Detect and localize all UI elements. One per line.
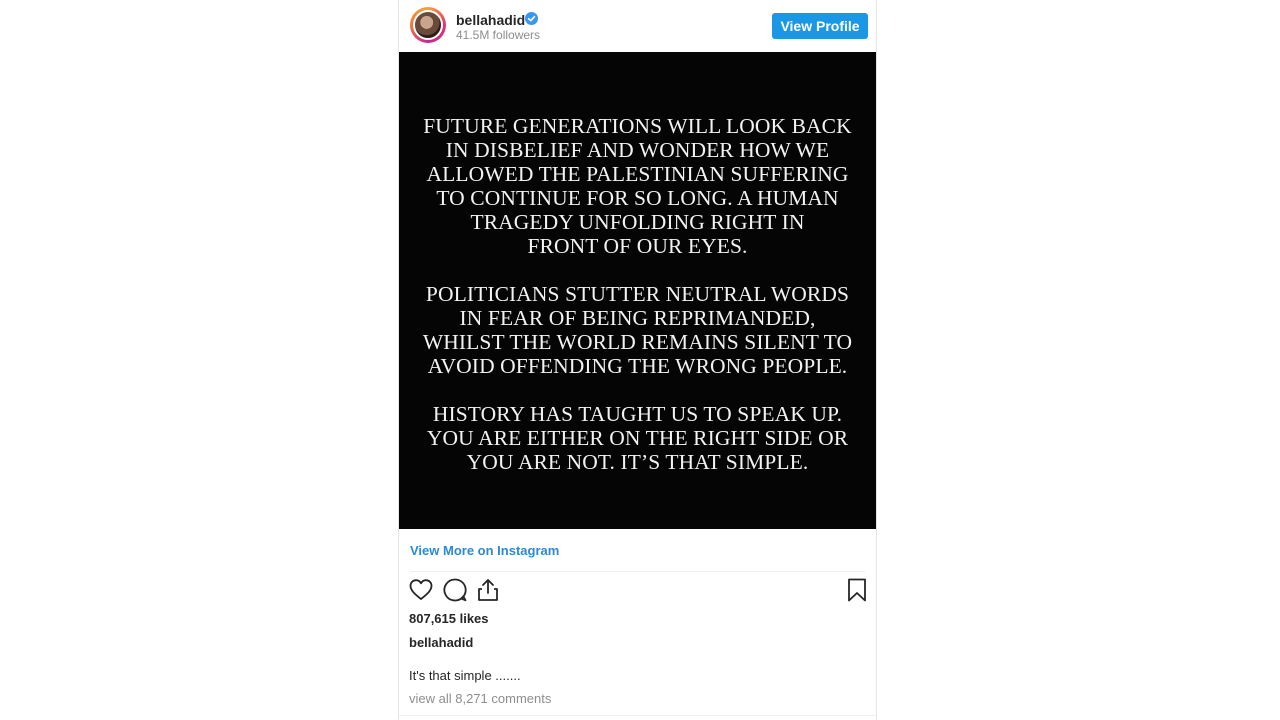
post-paragraph-2: POLITICIANS STUTTER NEUTRAL WORDS IN FEA… xyxy=(422,282,853,378)
follower-count: 41.5M followers xyxy=(456,28,541,42)
instagram-embed: bellahadid 41.5M followers View Profile … xyxy=(398,0,877,720)
post-paragraph-1: FUTURE GENERATIONS WILL LOOK BACK IN DIS… xyxy=(423,114,852,258)
divider xyxy=(410,571,865,572)
heart-icon[interactable] xyxy=(408,577,434,603)
avatar-photo xyxy=(413,10,443,40)
post-paragraph-3: HISTORY HAS TAUGHT US TO SPEAK UP. YOU A… xyxy=(426,402,849,474)
view-more-link[interactable]: View More on Instagram xyxy=(410,543,559,558)
bottom-divider xyxy=(399,715,876,716)
bookmark-icon[interactable] xyxy=(844,577,870,603)
post-text: FUTURE GENERATIONS WILL LOOK BACK IN DIS… xyxy=(399,114,876,498)
post-image[interactable]: FUTURE GENERATIONS WILL LOOK BACK IN DIS… xyxy=(399,52,876,529)
view-all-comments-link[interactable]: view all 8,271 comments xyxy=(409,691,551,706)
username-link[interactable]: bellahadid xyxy=(456,12,525,28)
share-icon[interactable] xyxy=(475,577,501,603)
avatar[interactable] xyxy=(410,7,446,43)
view-profile-button[interactable]: View Profile xyxy=(772,13,868,39)
caption-text: It's that simple ....... xyxy=(409,668,521,683)
like-count: 807,615 likes xyxy=(409,611,489,626)
post-header: bellahadid 41.5M followers View Profile xyxy=(399,0,876,52)
comment-icon[interactable] xyxy=(442,577,468,603)
caption-username[interactable]: bellahadid xyxy=(409,635,473,650)
verified-badge-icon xyxy=(525,12,538,25)
action-bar xyxy=(399,577,876,607)
